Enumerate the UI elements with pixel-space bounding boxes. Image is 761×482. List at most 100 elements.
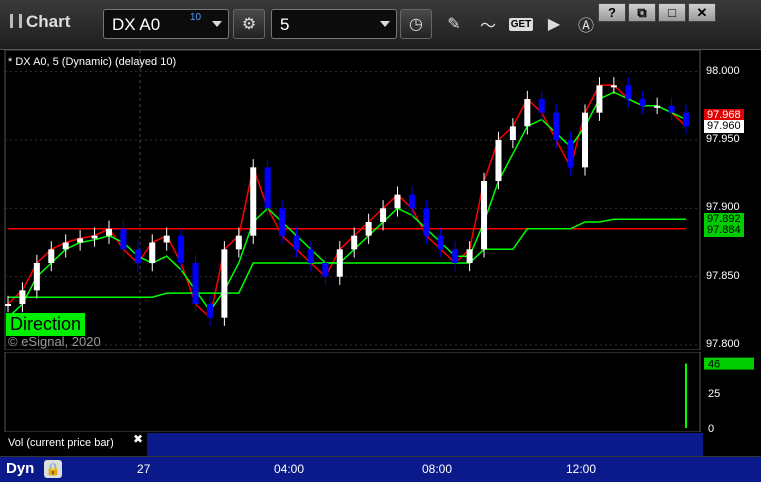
price-tag: 97.884: [704, 224, 744, 238]
chart-toolbar: Chart DX A0 10 ⚙ 5 ◷ ✎ 〜 GET ▶ Ⓐ ? ⧉ □ ✕: [0, 0, 761, 50]
volume-tick-label: 25: [708, 388, 720, 400]
symbol-input[interactable]: DX A0 10: [103, 9, 229, 39]
pencil-icon: ✎: [447, 16, 461, 33]
study-icon: 〜: [479, 18, 496, 35]
candle-body: [466, 249, 473, 263]
candle-body: [279, 208, 286, 236]
maximize-button[interactable]: □: [658, 3, 686, 22]
direction-label: Direction: [6, 313, 86, 336]
gear-icon: ⚙: [241, 16, 257, 33]
candle-body: [105, 228, 112, 236]
close-button[interactable]: ✕: [688, 3, 716, 22]
candle-body: [206, 304, 213, 318]
chart-app-icon: [10, 14, 22, 28]
dynamic-mode-label[interactable]: Dyn: [6, 460, 34, 477]
time-axis[interactable]: Dyn 🔒 27 04:00 08:00 12:00: [0, 456, 761, 482]
price-tick-label: 97.950: [706, 133, 740, 145]
interval-value: 5: [280, 15, 290, 34]
chart-caption: * DX A0, 5 (Dynamic) (delayed 10): [8, 56, 177, 68]
candle-body: [365, 222, 372, 236]
candle-body: [307, 249, 314, 263]
chevron-down-icon[interactable]: [380, 21, 390, 27]
candle-body: [351, 235, 358, 250]
volume-label: Vol (current price bar): [8, 437, 114, 449]
candle-body: [77, 238, 84, 243]
candle-body: [668, 105, 675, 113]
volume-tag-text: 46: [708, 359, 720, 371]
clock-icon: ◷: [409, 16, 423, 33]
plot-frame: [4, 50, 701, 350]
price-tick-label: 98.000: [706, 64, 740, 77]
candle-body: [5, 304, 11, 306]
price-tick-label: 97.850: [706, 269, 740, 282]
candle-body: [394, 194, 401, 209]
alert-icon: Ⓐ: [577, 18, 594, 35]
candle-body: [408, 194, 415, 209]
restore-button[interactable]: ⧉: [628, 3, 656, 22]
candle-body: [495, 140, 502, 181]
volume-frame: [4, 352, 701, 432]
time-tick-label: 04:00: [274, 462, 305, 476]
candle-body: [322, 263, 329, 277]
time-tick-label: 08:00: [422, 462, 453, 476]
candle-body: [163, 235, 170, 243]
symbol-value: DX A0: [112, 15, 161, 34]
candle-body: [582, 112, 589, 168]
get-data-button[interactable]: GET: [506, 11, 536, 37]
candle-body: [149, 242, 156, 263]
candle-body: [33, 263, 40, 291]
candle-body: [639, 99, 646, 106]
volume-chart[interactable]: 46 25 0: [0, 352, 761, 432]
candle-body: [567, 140, 574, 168]
bottom-panel: [147, 433, 703, 456]
candle-body: [264, 167, 271, 209]
candle-body: [683, 112, 689, 127]
candle-body: [538, 99, 545, 113]
settings-button[interactable]: ⚙: [233, 9, 265, 39]
volume-tick-label: 0: [708, 423, 714, 432]
window-title: Chart: [10, 12, 70, 32]
play-icon: ▶: [547, 16, 561, 33]
candle-body: [120, 228, 127, 250]
copyright-text: © eSignal, 2020: [8, 334, 101, 349]
candle-body: [509, 126, 516, 140]
candle-body: [380, 208, 387, 222]
replay-button[interactable]: ▶: [540, 11, 568, 37]
candle-body: [178, 235, 185, 263]
candle-body: [62, 242, 69, 250]
studies-button[interactable]: 〜: [474, 11, 502, 37]
time-tick-label: 12:00: [566, 462, 597, 476]
candle-body: [19, 290, 26, 304]
price-chart[interactable]: [0, 50, 761, 350]
window-title-text: Chart: [26, 12, 71, 31]
candle-body: [134, 249, 141, 263]
candle-body: [221, 249, 228, 318]
close-icon[interactable]: ✖: [133, 432, 143, 446]
candle-body: [48, 249, 55, 263]
candle-body: [654, 105, 661, 108]
price-tick-label: 97.900: [706, 201, 740, 214]
candle-body: [610, 85, 617, 88]
chevron-down-icon[interactable]: [212, 21, 222, 27]
candle-body: [192, 263, 199, 304]
interval-input[interactable]: 5: [271, 9, 397, 39]
lock-icon[interactable]: 🔒: [44, 460, 62, 478]
candle-body: [596, 85, 603, 113]
price-tag: 97.960: [704, 120, 744, 134]
candle-body: [91, 235, 98, 239]
delay-indicator: 10: [190, 12, 202, 23]
candle-body: [336, 249, 343, 277]
candle-body: [625, 85, 632, 99]
candle-body: [235, 235, 242, 250]
price-tick-label: 97.800: [706, 338, 740, 350]
candle-body: [481, 181, 488, 250]
candle-body: [250, 167, 257, 236]
help-button[interactable]: ?: [598, 3, 626, 22]
candle-body: [293, 235, 300, 250]
draw-tool-button[interactable]: ✎: [440, 11, 468, 37]
time-button[interactable]: ◷: [400, 9, 432, 39]
candle-body: [437, 235, 444, 250]
candle-body: [452, 249, 459, 263]
time-tick-label: 27: [137, 462, 151, 476]
alerts-button[interactable]: Ⓐ: [572, 11, 600, 37]
